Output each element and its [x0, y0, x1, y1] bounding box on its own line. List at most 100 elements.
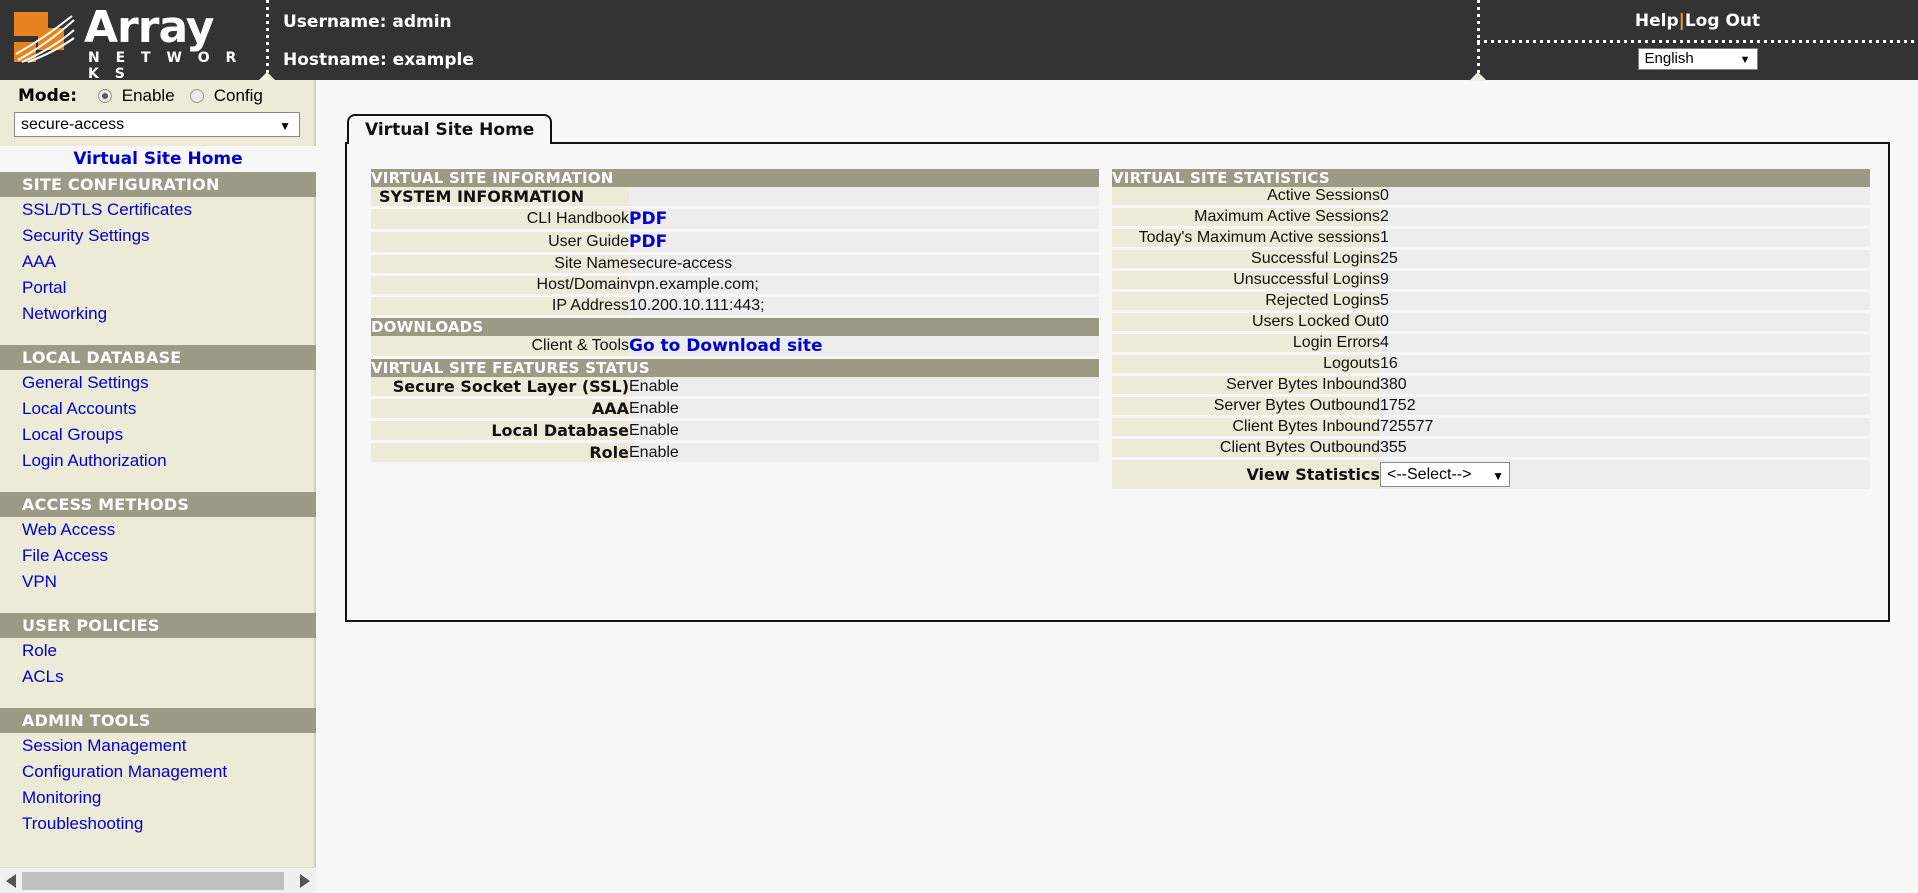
brand-subtitle: N E T W O R K S	[88, 50, 242, 82]
sidebar-horizontal-scrollbar[interactable]	[0, 867, 316, 893]
view-statistics-select[interactable]: <--Select--> ▼	[1380, 462, 1510, 487]
hostname-label: Hostname: example	[283, 50, 474, 70]
array-networks-logo: Array N E T W O R K S	[14, 2, 254, 82]
sidebar-item-local-groups[interactable]: Local Groups	[0, 422, 316, 448]
user-guide-pdf-link[interactable]: PDF	[629, 232, 667, 252]
table-row: Client & Tools Go to Download site	[371, 336, 1099, 356]
sidebar-item-networking[interactable]: Networking	[0, 301, 316, 327]
sidebar-item-general-settings[interactable]: General Settings	[0, 370, 316, 396]
mode-config-option[interactable]: Config	[190, 86, 263, 106]
row-label-site-name: Site Name	[371, 255, 629, 273]
help-link[interactable]: Help	[1635, 11, 1679, 31]
section-downloads: DOWNLOADS	[371, 318, 1099, 336]
row-value-host-domain: vpn.example.com;	[629, 276, 1099, 294]
row-value-local-database: Enable	[629, 421, 1099, 440]
table-row: CLI Handbook PDF	[371, 209, 1099, 229]
sidebar-item-troubleshooting[interactable]: Troubleshooting	[0, 811, 316, 837]
table-row: View Statistics <--Select--> ▼	[1112, 460, 1870, 489]
row-value-client-bytes-inbound: 725577	[1380, 418, 1870, 436]
virtual-site-home-row: Virtual Site Home	[0, 146, 316, 172]
row-value-server-bytes-outbound: 1752	[1380, 397, 1870, 415]
brand-name: Array	[84, 2, 214, 53]
sidebar-item-monitoring[interactable]: Monitoring	[0, 785, 316, 811]
view-statistics-select-value: <--Select-->	[1387, 466, 1472, 483]
sidebar-item-local-accounts[interactable]: Local Accounts	[0, 396, 316, 422]
radio-enable-icon[interactable]	[98, 89, 112, 103]
radio-config-icon[interactable]	[190, 89, 204, 103]
row-label-cli-handbook: CLI Handbook	[371, 209, 629, 229]
row-value-client-and-tools: Go to Download site	[629, 336, 1099, 356]
row-value-site-name: secure-access	[629, 255, 1099, 273]
row-label-view-statistics: View Statistics	[1112, 460, 1380, 489]
main-panel: VIRTUAL SITE INFORMATION SYSTEM INFORMAT…	[345, 142, 1890, 622]
scrollbar-thumb[interactable]	[22, 872, 284, 890]
chevron-down-icon: ▼	[279, 119, 291, 133]
sidebar-item-portal[interactable]: Portal	[0, 275, 316, 301]
subsection-system-information-spacer	[629, 187, 1099, 206]
table-section-header-row: VIRTUAL SITE INFORMATION	[371, 169, 1099, 187]
row-value-aaa: Enable	[629, 399, 1099, 418]
sidebar-item-ssl-dtls-certificates[interactable]: SSL/DTLS Certificates	[0, 197, 316, 223]
row-value-ssl: Enable	[629, 377, 1099, 396]
language-selector-wrap: English ▼	[1477, 48, 1918, 70]
section-virtual-site-features-status: VIRTUAL SITE FEATURES STATUS	[371, 359, 1099, 377]
sidebar-item-login-authorization[interactable]: Login Authorization	[0, 448, 316, 474]
table-row: Role Enable	[371, 443, 1099, 462]
sidebar-item-aaa[interactable]: AAA	[0, 249, 316, 275]
table-row: Client Bytes Outbound 355	[1112, 439, 1870, 457]
download-site-link[interactable]: Go to Download site	[629, 336, 823, 356]
table-row: Logouts 16	[1112, 355, 1870, 373]
chevron-down-icon: ▼	[1739, 54, 1751, 66]
table-row: Rejected Logins 5	[1112, 292, 1870, 310]
sidebar: Mode: Enable Config secure-access ▼ Virt…	[0, 80, 316, 893]
logout-link[interactable]: Log Out	[1685, 11, 1760, 31]
row-label-server-bytes-inbound: Server Bytes Inbound	[1112, 376, 1380, 394]
sidebar-section-site-configuration: SITE CONFIGURATION SSL/DTLS Certificates…	[0, 172, 316, 327]
table-row: User Guide PDF	[371, 232, 1099, 252]
sidebar-section-user-policies: USER POLICIES Role ACLs	[0, 613, 316, 690]
virtual-site-statistics-table: VIRTUAL SITE STATISTICS Active Sessions …	[1112, 169, 1870, 489]
table-row: Secure Socket Layer (SSL) Enable	[371, 377, 1099, 396]
table-section-header-row: VIRTUAL SITE STATISTICS	[1112, 169, 1870, 187]
language-select[interactable]: English ▼	[1637, 48, 1758, 70]
row-label-unsuccessful-logins: Unsuccessful Logins	[1112, 271, 1380, 289]
sidebar-item-configuration-management[interactable]: Configuration Management	[0, 759, 316, 785]
table-row: Users Locked Out 0	[1112, 313, 1870, 331]
row-value-role: Enable	[629, 443, 1099, 462]
sidebar-item-web-access[interactable]: Web Access	[0, 517, 316, 543]
scroll-right-arrow-icon[interactable]	[300, 874, 310, 888]
row-value-maximum-active-sessions: 2	[1380, 208, 1870, 226]
sidebar-section-local-database: LOCAL DATABASE General Settings Local Ac…	[0, 345, 316, 474]
sidebar-item-vpn[interactable]: VPN	[0, 569, 316, 595]
virtual-site-information-column: VIRTUAL SITE INFORMATION SYSTEM INFORMAT…	[371, 169, 1099, 462]
sidebar-virtual-site-home-link[interactable]: Virtual Site Home	[73, 149, 242, 169]
sidebar-item-file-access[interactable]: File Access	[0, 543, 316, 569]
sidebar-nav: SITE CONFIGURATION SSL/DTLS Certificates…	[0, 172, 316, 837]
tab-seam-mask	[349, 140, 517, 145]
cli-handbook-pdf-link[interactable]: PDF	[629, 209, 667, 229]
row-label-user-guide: User Guide	[371, 232, 629, 252]
row-value-todays-maximum-active-sessions: 1	[1380, 229, 1870, 247]
row-value-login-errors: 4	[1380, 334, 1870, 352]
scroll-left-arrow-icon[interactable]	[6, 874, 16, 888]
row-label-client-bytes-inbound: Client Bytes Inbound	[1112, 418, 1380, 436]
row-value-ip-address: 10.200.10.111:443;	[629, 297, 1099, 315]
sidebar-item-role[interactable]: Role	[0, 638, 316, 664]
row-label-maximum-active-sessions: Maximum Active Sessions	[1112, 208, 1380, 226]
table-row: Local Database Enable	[371, 421, 1099, 440]
header-divider-horizontal	[1477, 40, 1918, 43]
sidebar-section-title: LOCAL DATABASE	[0, 345, 316, 370]
row-label-role: Role	[371, 443, 629, 462]
row-label-host-domain: Host/Domain	[371, 276, 629, 294]
table-row: Server Bytes Inbound 380	[1112, 376, 1870, 394]
row-value-active-sessions: 0	[1380, 187, 1870, 205]
table-row: Site Name secure-access	[371, 255, 1099, 273]
mode-enable-option[interactable]: Enable	[98, 86, 175, 106]
sidebar-item-session-management[interactable]: Session Management	[0, 733, 316, 759]
sidebar-item-security-settings[interactable]: Security Settings	[0, 223, 316, 249]
virtual-site-select[interactable]: secure-access ▼	[14, 112, 300, 137]
sidebar-item-acls[interactable]: ACLs	[0, 664, 316, 690]
row-value-view-statistics: <--Select--> ▼	[1380, 460, 1870, 489]
